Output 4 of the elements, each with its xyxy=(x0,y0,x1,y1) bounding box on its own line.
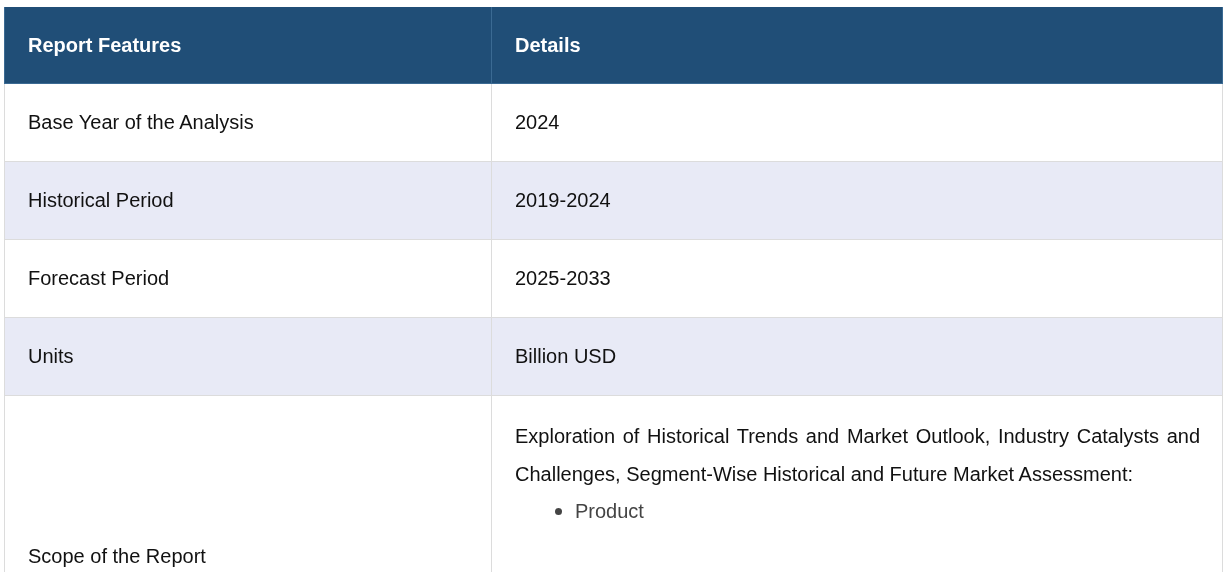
list-item: Product xyxy=(575,500,644,523)
scope-text: Exploration of Historical Trends and Market Outlook, Industry Catalysts and Challenges, Segment-Wise Historical and Future Market Assessment: xyxy=(515,424,1200,487)
bullet-icon xyxy=(555,508,562,515)
table-cell: Scope of the Report xyxy=(4,396,491,572)
